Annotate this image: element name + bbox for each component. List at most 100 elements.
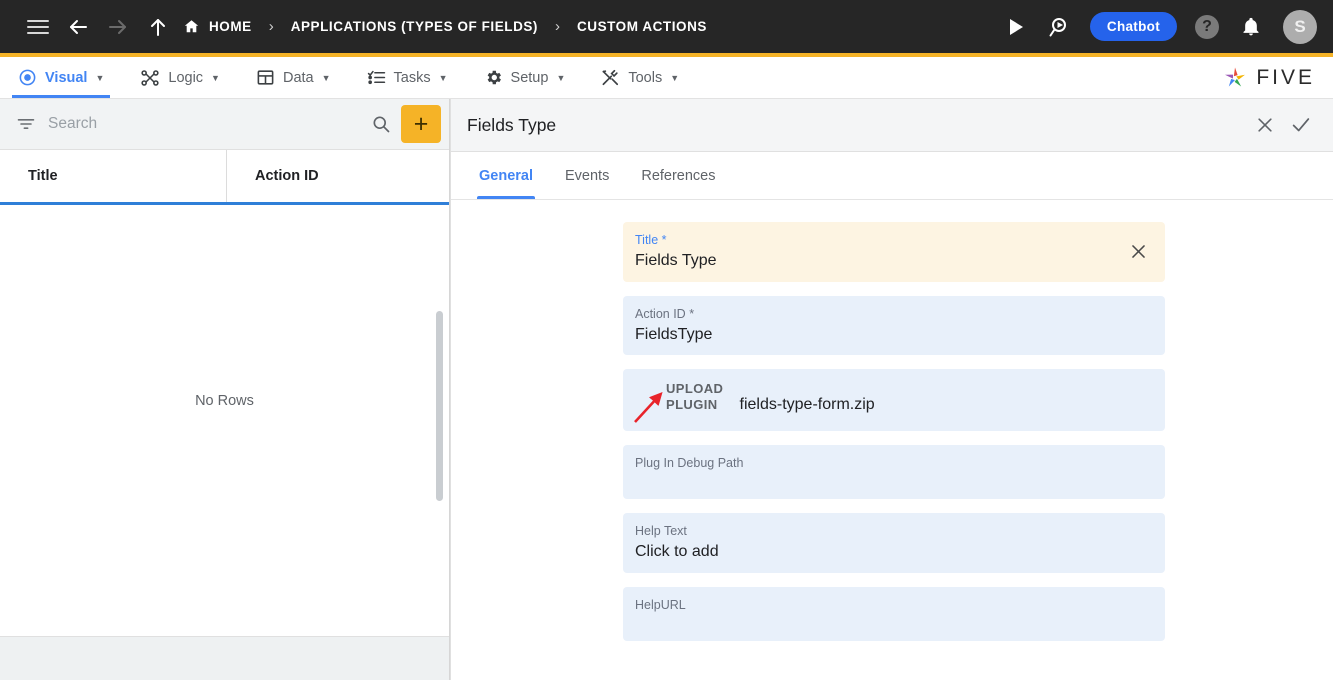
field-value-title: Fields Type [635, 251, 717, 269]
list-grid-footer [0, 636, 449, 680]
menu-item-visual[interactable]: Visual ▼ [0, 57, 122, 98]
upload-plugin-content: UPLOAD PLUGIN fields-type-form.zip [635, 381, 1151, 414]
topbar-actions: Chatbot ? S [996, 7, 1317, 47]
clear-title-icon[interactable] [1123, 237, 1153, 267]
uploaded-file-name: fields-type-form.zip [739, 396, 875, 414]
column-header-action-id[interactable]: Action ID [226, 150, 449, 202]
five-pinwheel-icon [1221, 64, 1249, 92]
field-help-text[interactable]: Help Text Click to add [623, 513, 1165, 574]
search-toolbar: + [0, 99, 449, 150]
menu-label-data: Data [282, 69, 314, 86]
column-header-title[interactable]: Title [0, 150, 226, 202]
eye-icon [18, 68, 37, 87]
list-grid-body: No Rows [0, 205, 449, 636]
main-menu-bar: Visual ▼ Logic ▼ Data ▼ Tasks ▼ Setup ▼ [0, 57, 1333, 99]
menu-item-tasks[interactable]: Tasks ▼ [349, 57, 466, 98]
list-scrollbar[interactable] [436, 311, 443, 501]
field-label-action-id: Action ID * [635, 306, 1151, 323]
forward-arrow-icon[interactable] [98, 7, 138, 47]
up-arrow-icon[interactable] [138, 7, 178, 47]
menu-label-tasks: Tasks [393, 69, 431, 86]
avatar[interactable]: S [1283, 9, 1317, 44]
field-label-title: Title * [635, 232, 1151, 249]
field-value-action-id: FieldsType [635, 325, 713, 343]
chevron-down-icon: ▼ [556, 72, 566, 83]
back-arrow-icon[interactable] [58, 7, 98, 47]
close-icon[interactable] [1247, 107, 1283, 143]
notifications-bell-icon[interactable] [1231, 7, 1271, 47]
detail-tabs: General Events References [451, 152, 1333, 200]
play-run-icon[interactable] [996, 7, 1036, 47]
tab-general[interactable]: General [463, 152, 549, 199]
upload-label-row: PLUGIN fields-type-form.zip [635, 396, 1151, 414]
form-column: Title * Fields Type Action ID * FieldsTy… [623, 222, 1165, 642]
menu-icon[interactable] [18, 7, 58, 47]
chevron-down-icon: ▼ [670, 72, 680, 83]
field-label-help-text: Help Text [635, 524, 687, 539]
menu-item-setup[interactable]: Setup ▼ [466, 57, 584, 98]
breadcrumb-label-applications: APPLICATIONS (TYPES OF FIELDS) [290, 19, 538, 34]
field-value-help-text: Click to add [635, 543, 719, 561]
top-navigation-bar: HOME › APPLICATIONS (TYPES OF FIELDS) › … [0, 0, 1333, 53]
menu-label-visual: Visual [45, 69, 88, 86]
menubar-spacer [697, 57, 1221, 98]
breadcrumb-region: HOME › APPLICATIONS (TYPES OF FIELDS) › … [18, 7, 996, 47]
help-icon[interactable]: ? [1187, 7, 1227, 47]
field-label-title-text: Title [635, 233, 659, 247]
breadcrumb-separator: › [268, 18, 274, 35]
custom-actions-list-panel: + Title Action ID No Rows [0, 99, 450, 680]
detail-panel-header: Fields Type [451, 99, 1333, 152]
breadcrumb-label-custom-actions: CUSTOM ACTIONS [576, 19, 707, 34]
menu-item-data[interactable]: Data ▼ [238, 57, 349, 98]
general-tab-form: Title * Fields Type Action ID * FieldsTy… [451, 200, 1333, 680]
home-icon [183, 18, 200, 35]
chevron-down-icon: ▼ [438, 72, 448, 83]
list-grid-header: Title Action ID [0, 150, 449, 205]
breadcrumb-item-applications[interactable]: APPLICATIONS (TYPES OF FIELDS) [286, 19, 543, 34]
field-label-plugin-debug-path: Plug In Debug Path [635, 456, 744, 471]
logic-nodes-icon [140, 68, 160, 88]
workspace: + Title Action ID No Rows Fields Type Ge… [0, 99, 1333, 680]
search-icon[interactable] [361, 114, 401, 134]
empty-state-message: No Rows [195, 392, 254, 409]
tab-events[interactable]: Events [549, 152, 625, 199]
breadcrumb-item-custom-actions[interactable]: CUSTOM ACTIONS [572, 19, 712, 34]
chatbot-button[interactable]: Chatbot [1089, 12, 1177, 41]
menu-label-logic: Logic [168, 69, 204, 86]
breadcrumb-item-home[interactable]: HOME [178, 18, 257, 35]
upload-label-line2: PLUGIN [666, 397, 718, 413]
table-grid-icon [256, 68, 275, 87]
filter-icon[interactable] [16, 114, 36, 134]
required-asterisk: * [685, 306, 695, 321]
five-brand-text: FIVE [1256, 65, 1315, 89]
menu-item-tools[interactable]: Tools ▼ [583, 57, 697, 98]
field-upload-plugin[interactable]: UPLOAD PLUGIN fields-type-form.zip [623, 369, 1165, 432]
add-record-button[interactable]: + [401, 105, 441, 143]
tab-references[interactable]: References [625, 152, 731, 199]
search-everywhere-icon[interactable] [1040, 7, 1080, 47]
chevron-down-icon: ▼ [321, 72, 331, 83]
field-label-help-url: HelpURL [635, 598, 686, 613]
breadcrumb-separator-2: › [554, 18, 560, 35]
chevron-down-icon: ▼ [211, 72, 220, 83]
menu-item-logic[interactable]: Logic ▼ [122, 57, 238, 98]
field-action-id[interactable]: Action ID * FieldsType [623, 295, 1165, 356]
search-input[interactable] [48, 115, 361, 133]
field-title[interactable]: Title * Fields Type [623, 222, 1165, 282]
menu-label-tools: Tools [628, 69, 663, 86]
field-plugin-debug-path[interactable]: Plug In Debug Path [623, 445, 1165, 500]
fields-type-detail-panel: Fields Type General Events References Ti… [450, 99, 1333, 680]
gear-icon [484, 68, 503, 87]
five-brand-logo: FIVE [1221, 57, 1333, 98]
menu-label-setup: Setup [510, 69, 549, 86]
checklist-icon [367, 68, 386, 87]
tools-wrench-icon [601, 68, 620, 87]
help-question-glyph: ? [1195, 14, 1219, 39]
upload-label-line1: UPLOAD [666, 381, 724, 397]
required-asterisk: * [658, 233, 667, 247]
field-help-url[interactable]: HelpURL [623, 587, 1165, 642]
chevron-down-icon: ▼ [95, 72, 105, 83]
confirm-check-icon[interactable] [1283, 107, 1319, 143]
field-label-action-id-text: Action ID [635, 306, 686, 321]
breadcrumb-label-home: HOME [209, 19, 252, 34]
